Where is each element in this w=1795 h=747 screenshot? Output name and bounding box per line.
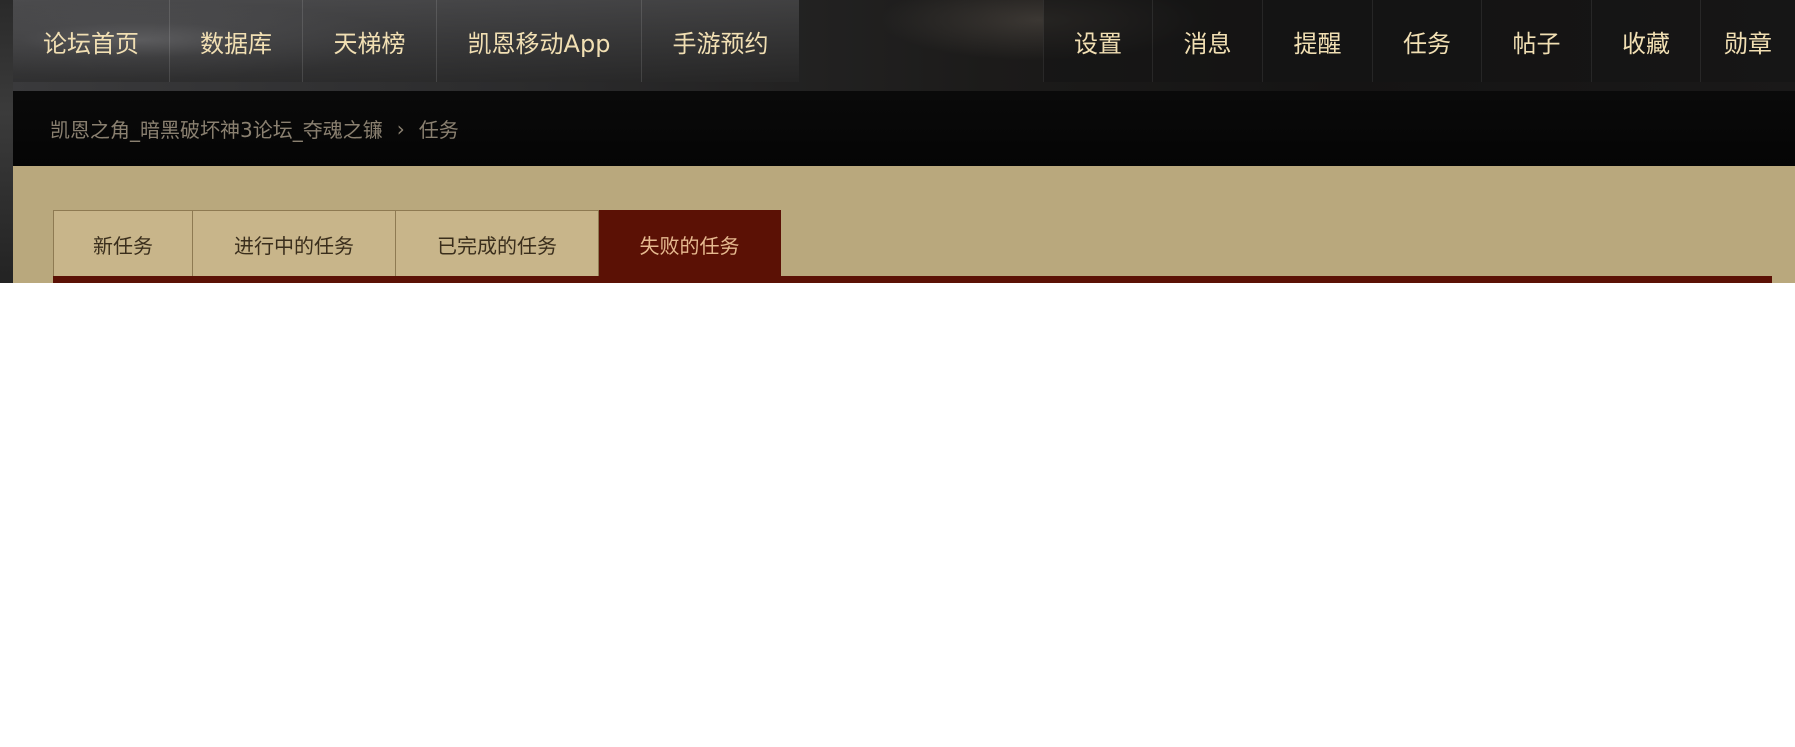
nav-item-messages[interactable]: 消息 [1152,0,1262,82]
nav-item-tasks[interactable]: 任务 [1372,0,1481,82]
task-content-area: 新任务 进行中的任务 已完成的任务 失败的任务 [13,166,1795,283]
tab-new-tasks[interactable]: 新任务 [53,210,193,277]
nav-item-mobile-app[interactable]: 凯恩移动App [437,0,642,82]
active-tab-underline [53,276,1772,283]
task-tabs: 新任务 进行中的任务 已完成的任务 失败的任务 [53,210,781,277]
breadcrumb-home-link[interactable]: 凯恩之角_暗黑破坏神3论坛_夺魂之镰 [50,114,383,143]
top-nav-left-group: 论坛首页 数据库 天梯榜 凯恩移动App 手游预约 [13,0,799,82]
nav-item-posts[interactable]: 帖子 [1481,0,1591,82]
nav-item-ladder[interactable]: 天梯榜 [303,0,437,82]
breadcrumb-current: 任务 [418,118,459,142]
nav-item-favorites[interactable]: 收藏 [1591,0,1700,82]
nav-item-reminders[interactable]: 提醒 [1262,0,1372,82]
nav-item-database[interactable]: 数据库 [170,0,303,82]
nav-item-forum-home[interactable]: 论坛首页 [13,0,170,82]
nav-item-settings[interactable]: 设置 [1043,0,1152,82]
breadcrumb-separator: › [396,116,405,141]
top-navigation: 论坛首页 数据库 天梯榜 凯恩移动App 手游预约 设置 消息 提醒 任务 帖子… [13,0,1795,82]
page-left-edge [0,0,13,283]
browser-viewport: 论坛首页 数据库 天梯榜 凯恩移动App 手游预约 设置 消息 提醒 任务 帖子… [0,0,1795,747]
forum-page: 论坛首页 数据库 天梯榜 凯恩移动App 手游预约 设置 消息 提醒 任务 帖子… [0,0,1795,283]
tab-completed-tasks[interactable]: 已完成的任务 [396,210,599,277]
tab-failed-tasks[interactable]: 失败的任务 [599,210,781,277]
nav-item-medals[interactable]: 勋章 [1700,0,1795,82]
nav-item-mobile-game-reservation[interactable]: 手游预约 [642,0,799,82]
tab-in-progress-tasks[interactable]: 进行中的任务 [193,210,396,277]
top-nav-right-group: 设置 消息 提醒 任务 帖子 收藏 勋章 [1043,0,1795,82]
breadcrumb: 凯恩之角_暗黑破坏神3论坛_夺魂之镰 › 任务 [13,91,1795,166]
